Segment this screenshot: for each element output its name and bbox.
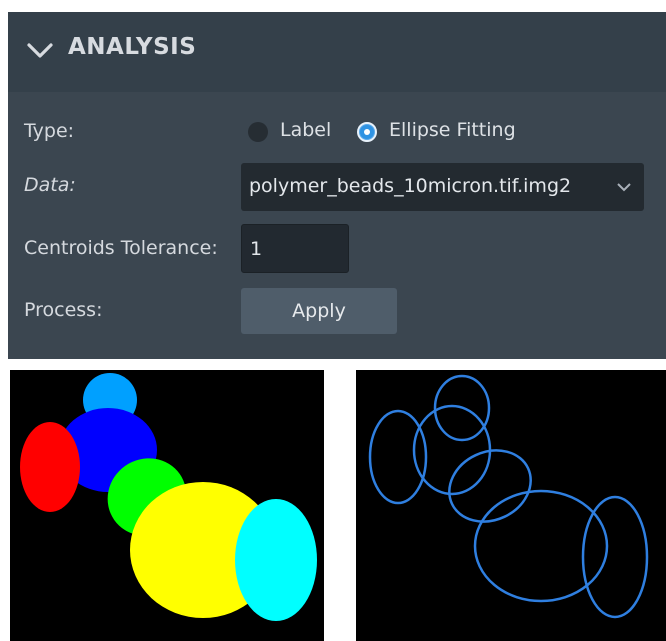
fit-ellipse-6 <box>581 495 649 619</box>
fit-ellipse-3 <box>368 409 428 505</box>
ellipse-fit-image <box>368 374 649 619</box>
data-select-value: polymer_beads_10micron.tif.img2 <box>249 175 572 197</box>
chevron-down-icon <box>617 183 631 192</box>
section-title: ANALYSIS <box>68 34 197 60</box>
radio-label[interactable] <box>248 122 268 142</box>
apply-button[interactable]: Apply <box>241 288 397 334</box>
data-label: Data: <box>24 174 76 196</box>
process-label: Process: <box>24 299 103 321</box>
fit-ellipse-4 <box>448 449 532 523</box>
analysis-panel: ANALYSIS Type: Label Ellipse Fitting Dat… <box>8 12 666 359</box>
tolerance-label: Centroids Tolerance: <box>24 237 218 259</box>
tolerance-input[interactable]: 1 <box>241 224 349 273</box>
radio-ellipse-fitting[interactable] <box>357 122 377 142</box>
tolerance-value: 1 <box>250 238 263 260</box>
radio-ellipse-fitting-text[interactable]: Ellipse Fitting <box>389 119 516 141</box>
type-label: Type: <box>24 120 75 142</box>
label-image <box>20 373 317 621</box>
region-cyan <box>235 499 317 621</box>
analysis-header[interactable]: ANALYSIS <box>8 12 666 92</box>
data-select[interactable]: polymer_beads_10micron.tif.img2 <box>241 163 644 211</box>
radio-label-text[interactable]: Label <box>280 119 331 141</box>
region-red <box>20 422 80 512</box>
ellipse-fit-view <box>356 370 666 641</box>
label-image-view <box>10 370 324 641</box>
chevron-down-icon[interactable] <box>26 42 54 60</box>
